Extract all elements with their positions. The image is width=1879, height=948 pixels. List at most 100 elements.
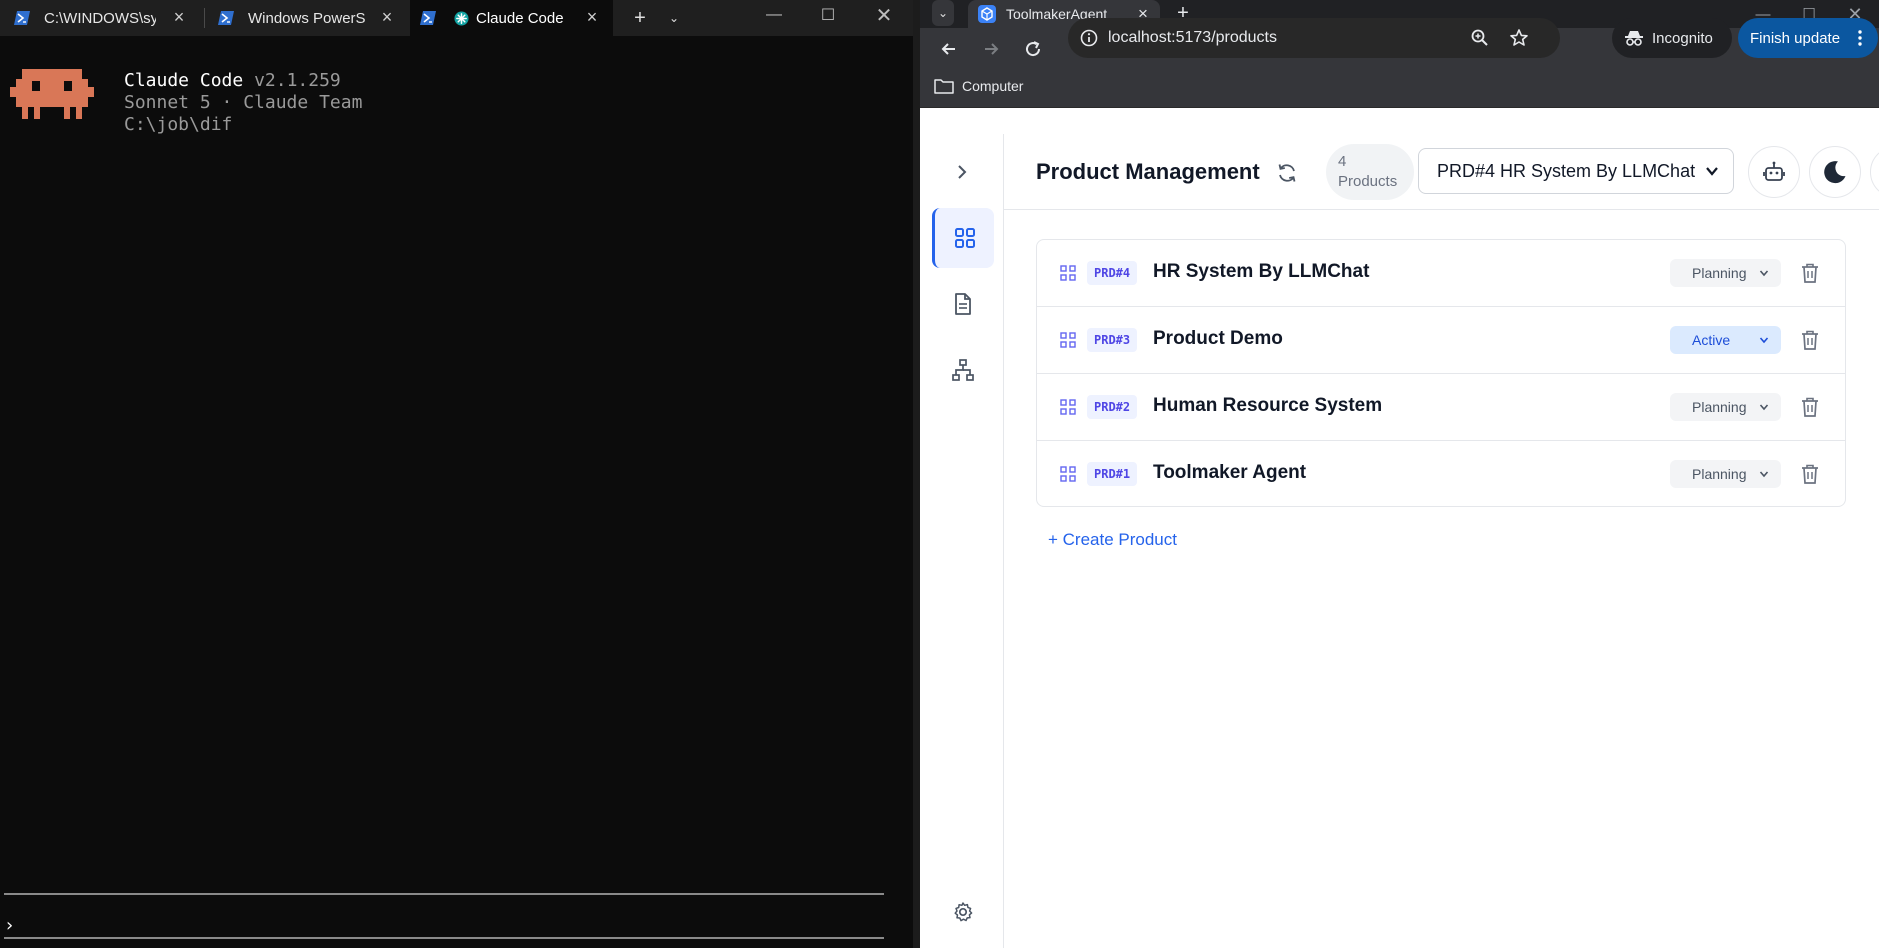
terminal-tab-powershell[interactable]: Windows PowerSh × <box>208 0 408 36</box>
drag-grid-icon[interactable] <box>1059 264 1077 282</box>
model-line: Sonnet 5 · Claude Team <box>124 92 363 113</box>
status-dropdown[interactable]: Planning <box>1670 460 1781 488</box>
navigation-rail <box>920 134 1004 948</box>
product-row[interactable]: PRD#3 Product Demo Active <box>1037 307 1845 374</box>
product-count-badge: 4 Products <box>1326 144 1414 200</box>
nav-products[interactable] <box>932 208 994 268</box>
product-row[interactable]: PRD#1 Toolmaker Agent Planning <box>1037 441 1845 506</box>
folder-icon <box>934 79 954 94</box>
terminal-tab-bar: C:\WINDOWS\syst × Windows PowerSh × <box>0 0 913 36</box>
status-dropdown[interactable]: Planning <box>1670 259 1781 287</box>
prompt-top-border <box>4 893 884 895</box>
bookmark-star-icon[interactable] <box>1509 28 1529 48</box>
close-window-button[interactable]: ✕ <box>864 0 904 30</box>
status-dropdown[interactable]: Active <box>1670 326 1781 354</box>
assistant-button[interactable] <box>1748 146 1800 198</box>
app-version: v2.1.259 <box>254 70 341 91</box>
zoom-icon[interactable] <box>1470 28 1490 48</box>
product-name[interactable]: HR System By LLMChat <box>1153 261 1369 283</box>
chevron-down-icon <box>1759 337 1769 344</box>
bookmark-folder-computer[interactable]: Computer <box>934 78 1023 94</box>
close-icon[interactable]: × <box>378 8 396 26</box>
terminal-tab-label: Windows PowerSh <box>248 10 366 27</box>
product-id-badge: PRD#1 <box>1087 462 1138 486</box>
delete-product-button[interactable] <box>1797 260 1823 286</box>
theme-toggle-button[interactable] <box>1809 146 1861 198</box>
window-divider <box>913 0 920 948</box>
incognito-icon <box>1625 31 1643 46</box>
header-extra-button[interactable] <box>1870 146 1879 198</box>
address-bar-field[interactable]: localhost:5173/products <box>1068 18 1560 58</box>
site-info-icon[interactable] <box>1080 29 1098 47</box>
chevron-down-icon <box>1759 404 1769 411</box>
tab-divider <box>204 8 205 28</box>
incognito-indicator[interactable]: Incognito <box>1612 18 1732 58</box>
product-count-number: 4 <box>1338 153 1347 170</box>
browser-menu-button[interactable] <box>1845 18 1875 58</box>
minimize-button[interactable]: — <box>754 0 794 30</box>
drag-grid-icon[interactable] <box>1059 398 1077 416</box>
product-row[interactable]: PRD#2 Human Resource System Planning <box>1037 374 1845 441</box>
chevron-down-icon <box>1706 167 1718 176</box>
forward-button[interactable] <box>976 34 1006 64</box>
terminal-content[interactable]: Claude Code v2.1.259 Sonnet 5 · Claude T… <box>0 36 913 948</box>
chevron-down-icon <box>1759 270 1769 277</box>
nav-hierarchy[interactable] <box>932 340 994 400</box>
terminal-tab-claude-code[interactable]: Claude Code × <box>410 0 613 36</box>
product-row[interactable]: PRD#4 HR System By LLMChat Planning <box>1037 240 1845 307</box>
product-selector[interactable]: PRD#4 HR System By LLMChat <box>1418 148 1734 194</box>
status-label: Planning <box>1692 399 1747 415</box>
product-name[interactable]: Human Resource System <box>1153 395 1382 417</box>
incognito-label: Incognito <box>1652 29 1713 47</box>
nav-documents[interactable] <box>932 274 994 334</box>
back-button[interactable] <box>934 34 964 64</box>
drag-grid-icon[interactable] <box>1059 465 1077 483</box>
product-id-badge: PRD#3 <box>1087 328 1138 352</box>
delete-product-button[interactable] <box>1797 461 1823 487</box>
bookmarks-bar: Computer <box>920 68 1879 108</box>
arrow-right-icon <box>985 43 999 55</box>
prompt-bottom-border <box>4 937 884 939</box>
delete-product-button[interactable] <box>1797 394 1823 420</box>
product-selector-value: PRD#4 HR System By LLMChat <box>1437 160 1696 181</box>
close-icon[interactable]: × <box>170 8 188 26</box>
product-name[interactable]: Product Demo <box>1153 328 1283 350</box>
close-icon[interactable]: × <box>583 8 601 26</box>
robot-icon <box>1763 161 1785 181</box>
moon-icon <box>1824 161 1846 184</box>
maximize-button[interactable]: ☐ <box>808 0 848 30</box>
bookmark-folder-label: Computer <box>962 78 1024 94</box>
app-name-line: Claude Code v2.1.259 <box>124 70 341 91</box>
claude-mascot-icon <box>10 69 94 119</box>
status-label: Planning <box>1692 265 1747 281</box>
sparkle-icon <box>454 11 469 26</box>
product-list: PRD#4 HR System By LLMChat Planning PRD#… <box>1036 239 1846 507</box>
terminal-tab-cmd[interactable]: C:\WINDOWS\syst × <box>0 0 200 36</box>
working-directory: C:\job\dif <box>124 114 233 135</box>
app-name: Claude Code <box>124 70 244 91</box>
product-name[interactable]: Toolmaker Agent <box>1153 462 1306 484</box>
refresh-button[interactable] <box>1274 160 1300 186</box>
tab-search-button[interactable]: ⌄ <box>932 0 954 26</box>
url-text[interactable]: localhost:5173/products <box>1108 29 1277 47</box>
delete-product-button[interactable] <box>1797 327 1823 353</box>
powershell-icon <box>420 11 436 25</box>
chevron-down-icon <box>1759 471 1769 478</box>
create-product-button[interactable]: + Create Product <box>1048 530 1177 550</box>
status-dropdown[interactable]: Planning <box>1670 393 1781 421</box>
trash-icon <box>1802 397 1818 417</box>
drag-grid-icon[interactable] <box>1059 331 1077 349</box>
reload-button[interactable] <box>1018 34 1048 64</box>
finish-update-label: Finish update <box>1750 29 1841 47</box>
product-id-badge: PRD#2 <box>1087 395 1138 419</box>
status-label: Active <box>1692 332 1731 348</box>
expand-sidebar-button[interactable] <box>944 154 980 190</box>
nav-settings[interactable] <box>932 892 994 932</box>
grid-icon <box>954 228 975 248</box>
tab-dropdown-button[interactable]: ⌄ <box>654 3 694 33</box>
terminal-tab-label: Claude Code <box>476 10 564 27</box>
gear-icon <box>954 902 973 922</box>
address-bar[interactable]: localhost:5173/products <box>1068 18 1560 58</box>
terminal-window: C:\WINDOWS\syst × Windows PowerSh × <box>0 0 913 948</box>
reload-icon <box>1026 41 1041 57</box>
